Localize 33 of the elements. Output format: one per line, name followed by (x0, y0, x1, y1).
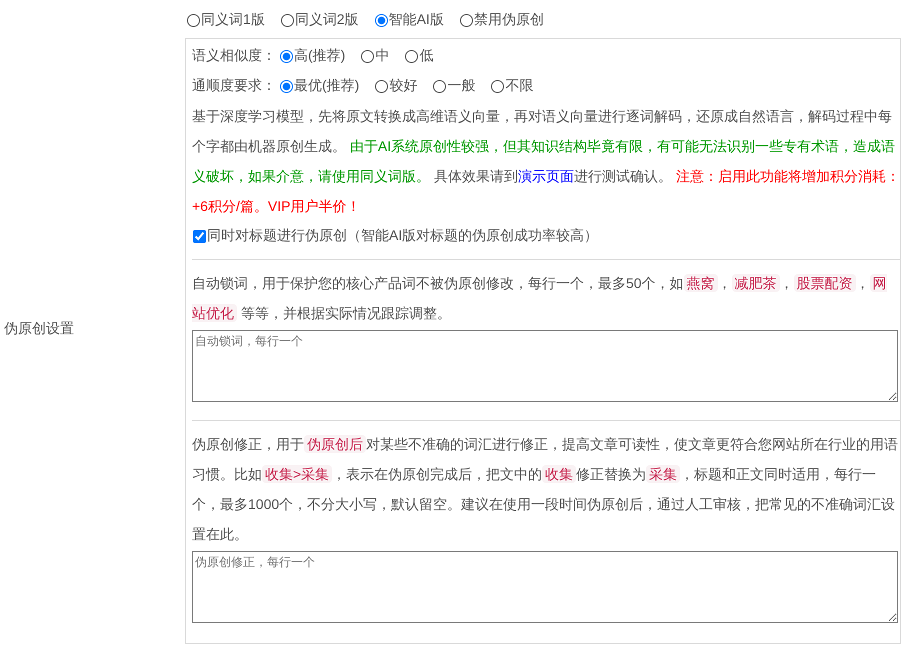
radio-label[interactable]: 智能AI版 (388, 11, 444, 29)
description-text: 自动锁词，用于保护您的核心产品词不被伪原创修改，每行一个，最多50个，如 燕窝 ， 减肥茶 ， 股票配资 ， 网站优化 等等，并根据实际情况跟踪调整。 (192, 273, 888, 324)
field-label: 语义相似度： (192, 47, 276, 65)
radio-label[interactable]: 一般 (447, 77, 476, 95)
correction-field[interactable]: 伪原创修正，每行一个 (192, 551, 898, 623)
radio-button[interactable] (374, 14, 388, 26)
radio-button[interactable] (460, 14, 473, 26)
radio-button[interactable] (375, 80, 388, 92)
lock-words-field[interactable]: 自动锁词，每行一个 (192, 330, 898, 402)
radio-button[interactable] (280, 80, 293, 92)
radio-label[interactable]: 同义词2版 (294, 11, 359, 29)
radio-label[interactable]: 最优(推荐) (294, 77, 360, 95)
field-label: 通顺度要求： (192, 77, 276, 95)
checkbox[interactable] (193, 230, 206, 242)
radio-button[interactable] (280, 14, 294, 26)
description-text: 伪原创修正，用于 伪原创后 对某些不准确的词汇进行修正，提高文章可读性，使文章更符合您网站所在行业的用语习惯。比如 收集>采集 ，表示在伪原创完成后，把文中的 收集 修正替换为 采集 ，标题和正文同时适用，每行一个，最多1000个，不分大小写，默认留空。建议在使用一段时间伪原创后，通过人工审核，把常见的不准确词汇设置在此。 (192, 434, 899, 544)
settings-label: 伪原创设置 (3, 320, 75, 338)
demo-page-link[interactable]: 演示页面 (518, 168, 574, 184)
radio-button[interactable] (361, 50, 374, 62)
radio-label[interactable]: 高(推荐) (294, 47, 346, 65)
radio-label[interactable]: 禁用伪原创 (474, 11, 544, 29)
radio-button[interactable] (405, 50, 418, 62)
radio-label[interactable]: 较好 (389, 77, 418, 95)
radio-label[interactable]: 同义词1版 (201, 11, 265, 29)
radio-label[interactable]: 低 (419, 47, 434, 65)
radio-label[interactable]: 中 (375, 47, 390, 65)
radio-button[interactable] (187, 14, 200, 26)
description-text: 基于深度学习模型，先将原文转换成高维语义向量，再对语义向量进行逐词解码，还原成自然语言，解码过程中每个字都由机器原创生成。 由于AI系统原创性较强，但其知识结构毕竟有限，有可能无法识别一些专有术语，造成语义破坏，如果介意，请使用同义词版。 具体效果请到演示页面进行测试确认。 注意：启用此功能将增加积分消耗：+6积分/篇。VIP用户半价！ (192, 107, 900, 216)
radio-button[interactable] (491, 80, 504, 92)
radio-label[interactable]: 不限 (505, 77, 534, 95)
radio-button[interactable] (433, 80, 446, 92)
radio-button[interactable] (280, 50, 293, 62)
checkbox-label[interactable]: 同时对标题进行伪原创（智能AI版对标题的伪原创成功率较高） (207, 227, 598, 245)
